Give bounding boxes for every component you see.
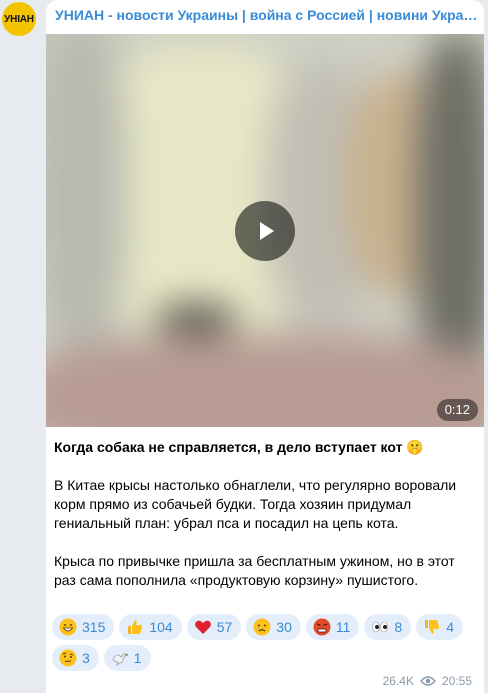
dove-icon xyxy=(110,648,130,668)
reaction-count: 315 xyxy=(82,619,106,635)
reaction-raised-eyebrow[interactable]: 3 xyxy=(52,645,99,671)
avatar-logo-text: УНIАН xyxy=(4,13,34,25)
angry-face-icon xyxy=(312,617,332,637)
reaction-angry[interactable]: 11 xyxy=(305,614,360,640)
reaction-thumbs-down[interactable]: 4 xyxy=(416,614,464,640)
video-duration: 0:12 xyxy=(436,399,478,421)
reaction-thumbs-up[interactable]: 104 xyxy=(119,614,182,640)
reaction-count: 3 xyxy=(82,650,90,666)
video-preview[interactable]: 0:12 xyxy=(46,34,484,427)
message-bubble: УНИАН - новости Украины | война с Россие… xyxy=(46,0,484,693)
eyes-icon xyxy=(370,617,390,637)
reaction-dove[interactable]: 1 xyxy=(103,645,151,671)
reaction-count: 11 xyxy=(335,619,351,635)
message-footer: 26.4K 20:55 xyxy=(383,674,472,688)
post-paragraph-1: В Китае крысы настолько обнаглели, что р… xyxy=(54,477,457,531)
eye-icon xyxy=(420,675,436,687)
play-button[interactable] xyxy=(235,201,295,261)
red-heart-icon xyxy=(193,617,213,637)
reaction-count: 57 xyxy=(216,619,233,635)
raised-eyebrow-face-icon xyxy=(58,648,78,668)
reaction-count: 104 xyxy=(149,619,173,635)
message-text: Когда собака не справляется, в дело всту… xyxy=(54,438,476,609)
thumbs-up-icon xyxy=(125,617,145,637)
message-time: 20:55 xyxy=(441,674,472,688)
play-icon xyxy=(260,222,274,240)
post-headline: Когда собака не справляется, в дело всту… xyxy=(54,439,424,455)
reaction-count: 4 xyxy=(446,619,455,635)
reaction-count: 8 xyxy=(394,619,403,635)
reaction-eyes[interactable]: 8 xyxy=(364,614,412,640)
grinning-face-icon xyxy=(58,617,78,637)
channel-avatar[interactable]: УНIАН xyxy=(2,2,36,36)
chat-view: УНIАН УНИАН - новости Украины | война с … xyxy=(0,0,488,693)
reaction-crying[interactable]: 30 xyxy=(246,614,301,640)
reaction-count: 1 xyxy=(133,650,142,666)
view-count: 26.4K xyxy=(382,674,414,688)
reaction-heart[interactable]: 57 xyxy=(186,614,242,640)
post-paragraph-2: Крыса по привычке пришла за бесплатным у… xyxy=(54,553,455,588)
channel-name[interactable]: УНИАН - новости Украины | война с Россие… xyxy=(55,7,480,23)
crying-face-icon xyxy=(252,617,272,637)
thumbs-down-icon xyxy=(422,617,442,637)
reactions-bar: 315 104 57 30 11 8 4 3 1 xyxy=(52,614,480,671)
reaction-count: 30 xyxy=(276,619,292,635)
reaction-grinning[interactable]: 315 xyxy=(52,614,115,640)
